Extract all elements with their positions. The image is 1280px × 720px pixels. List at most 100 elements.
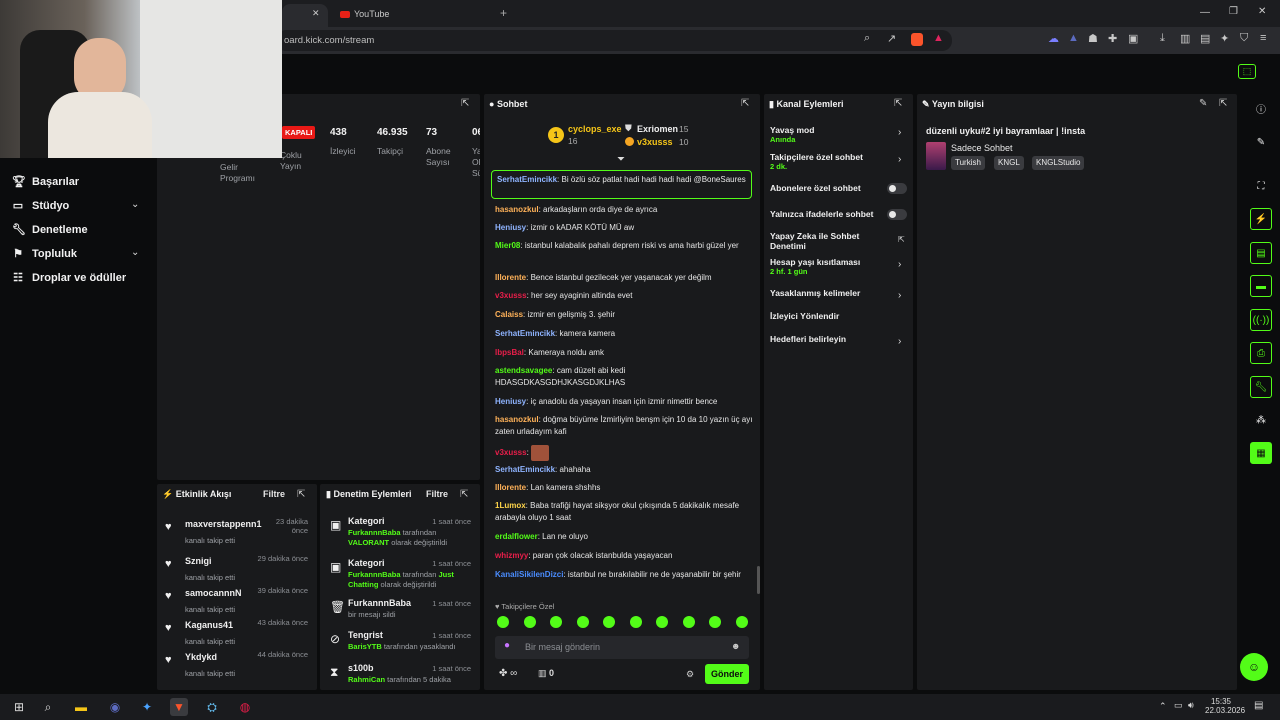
menu-icon[interactable]: ≡ [1260,32,1266,44]
zoom-icon[interactable]: ⌕ [864,32,870,45]
channel-action-item[interactable]: Abonelere özel sohbet [770,183,890,193]
emote-icon[interactable] [682,616,695,628]
brave-shield-icon[interactable] [911,33,923,46]
taskbar-app-3-icon[interactable]: ◍ [236,698,254,716]
chat-message[interactable]: Illorente: Bence istanbul gezilecek yer … [495,272,753,284]
chevron-down-icon[interactable]: ⌄ [131,199,139,210]
chat-message[interactable]: hasanozkul: doğma büyüme İzmirliyim benş… [495,414,753,438]
tag-pill[interactable]: KNGL [994,156,1024,170]
sidebar-item-achievements[interactable]: 🏆︎ Başarılar [12,175,79,189]
popout-icon[interactable]: ⇱ [1219,98,1227,109]
chat-message[interactable]: Heniusy: izmir o kADAR KÖTÜ MÜ aw [495,222,753,234]
quick-action-clip-icon[interactable]: ▦ [1250,442,1272,464]
taskbar-app-icon[interactable]: ◉ [106,698,124,716]
chevron-right-icon[interactable]: › [898,290,901,301]
chat-username[interactable]: Illorente [495,483,526,492]
top-gifter-3[interactable]: v3xusss [637,137,673,147]
external-link-icon[interactable]: ⇱ [898,235,905,244]
top-gifter-2[interactable]: Exriomen [637,124,678,134]
chat-username[interactable]: SerhatEmincikk [495,465,555,474]
chat-username[interactable]: astendsavagee [495,366,552,375]
top-gifter-1[interactable]: cyclops_exe [568,124,622,134]
chevron-down-icon[interactable]: ⌄ [131,247,139,258]
emote-icon[interactable] [550,616,562,628]
chat-username[interactable]: Heniusy [495,223,526,232]
chevron-right-icon[interactable]: › [898,127,901,138]
fullscreen-icon[interactable]: ⛶ [1250,175,1272,197]
quick-action-notes-icon[interactable]: ▤ [1250,242,1272,264]
sidebar-item-drops[interactable]: ☷ Droplar ve ödüller [12,271,126,285]
chat-username[interactable]: SerhatEmincikk [495,329,555,338]
sidebar-toggle-icon[interactable]: ▥ [1180,32,1190,45]
chat-message[interactable]: lbpsBal: Kameraya noldu amk [495,347,753,359]
activity-filter-button[interactable]: Filtre [263,489,285,499]
quick-action-wrench-icon[interactable]: 🔧︎ [1250,376,1272,398]
chat-message[interactable]: 1Lumox: Baba trafiği hayat sikşyor okul … [495,500,753,524]
quick-action-share-icon[interactable]: ⁂ [1250,409,1272,431]
gift-count-icon[interactable]: ▥ 0 [538,668,554,679]
tag-pill[interactable]: KNGLStudio [1032,156,1085,170]
window-close-icon[interactable]: ✕ [1258,6,1266,17]
close-tab-icon[interactable]: ✕ [312,8,320,19]
notifications-icon[interactable]: ▤ [1254,700,1263,711]
new-tab-button[interactable]: + [500,6,507,20]
collapse-gifters-icon[interactable]: ⏷ [617,154,625,165]
download-icon[interactable]: ⤓ [1160,32,1165,45]
taskbar-search-icon[interactable]: ⌕ [39,698,57,716]
info-icon[interactable]: ⓘ [1250,97,1272,119]
chat-username[interactable]: Illorente [495,273,526,282]
channel-action-item[interactable]: İzleyici Yönlendir [770,311,890,321]
extension-1-icon[interactable]: ☁ [1048,32,1059,45]
activity-username[interactable]: Kaganus41 [185,620,233,630]
chat-scrollbar[interactable] [757,566,760,594]
file-explorer-icon[interactable]: ▬ [72,698,90,716]
leo-ai-icon[interactable]: ✦ [1220,32,1229,45]
activity-username[interactable]: Sznigi [185,556,212,566]
chat-message[interactable]: hasanozkul: arkadaşların orda diye de ay… [495,204,753,216]
emote-icon[interactable] [576,616,589,628]
chat-message[interactable]: whizmyy: paran çok olacak istanbulda yaş… [495,550,753,562]
revenue-program-label[interactable]: Gelir Programı [220,162,255,184]
chat-message[interactable]: Illorente: Lan kamera shshhs [495,482,753,494]
windows-start-icon[interactable]: ⊞ [10,698,28,716]
chat-settings-icon[interactable]: ⚙ [686,669,694,680]
taskbar-app-2-icon[interactable]: ✦ [138,698,156,716]
extension-3-icon[interactable]: ☗ [1088,32,1098,45]
moderator-name[interactable]: FurkannnBaba [348,528,401,537]
popout-icon[interactable]: ⇱ [460,489,468,500]
extension-2-icon[interactable]: ▲ [1068,32,1079,44]
sidebar-item-moderation[interactable]: 🔧︎ Denetleme [12,223,88,237]
channel-action-item[interactable]: Yalnızca ifadelerle sohbet [770,209,890,219]
channel-action-item[interactable]: Yapay Zeka ile Sohbet Denetimi [770,231,890,251]
chat-message[interactable]: Calaiss: izmir en gelişmiş 3. şehir [495,309,753,321]
steam-icon[interactable]: ⛭ [203,698,221,716]
wallet-icon[interactable]: ▤ [1200,32,1210,45]
chat-username[interactable]: hasanozkul [495,415,539,424]
chat-username[interactable]: Mier08 [495,241,520,250]
chat-message[interactable]: KanaliSikilenDizci: istanbul ne bırakıla… [495,569,753,581]
chat-message[interactable]: v3xusss: her sey ayaginin altinda evet [495,290,753,302]
edit-icon[interactable]: ✎ [1199,98,1207,109]
microphone-icon[interactable]: ● [504,640,510,651]
quick-action-print-icon[interactable]: ⎙ [1250,342,1272,364]
brave-rewards-icon[interactable]: ▲ [933,32,944,44]
category-name[interactable]: Sadece Sohbet [951,143,1013,153]
chat-username[interactable]: v3xusss [495,448,527,457]
browser-tab-youtube[interactable]: YouTube [330,4,495,27]
vpn-icon[interactable]: ⛉ [1240,32,1248,45]
chat-username[interactable]: KanaliSikilenDizci [495,570,563,579]
channel-action-item[interactable]: Hesap yaşı kısıtlaması [770,257,890,267]
chat-username[interactable]: 1Lumox [495,501,526,510]
moderator-name[interactable]: FurkannnBaba [348,570,401,579]
channel-action-item[interactable]: Takipçilere özel sohbet [770,152,890,162]
moderation-filter-button[interactable]: Filtre [426,489,448,499]
chat-username[interactable]: lbpsBal [495,348,524,357]
chat-message[interactable]: SerhatEmincikk: ahahaha [495,464,753,476]
moderator-name[interactable]: RahmiCan [348,675,385,684]
channel-action-item[interactable]: Yavaş mod [770,125,890,135]
moderator-name[interactable]: BarisYTB [348,642,382,651]
emote-icon[interactable] [656,616,668,628]
toggle-switch[interactable] [887,209,907,220]
chat-username[interactable]: Heniusy [495,397,526,406]
brave-browser-icon[interactable]: ▼ [170,698,188,716]
